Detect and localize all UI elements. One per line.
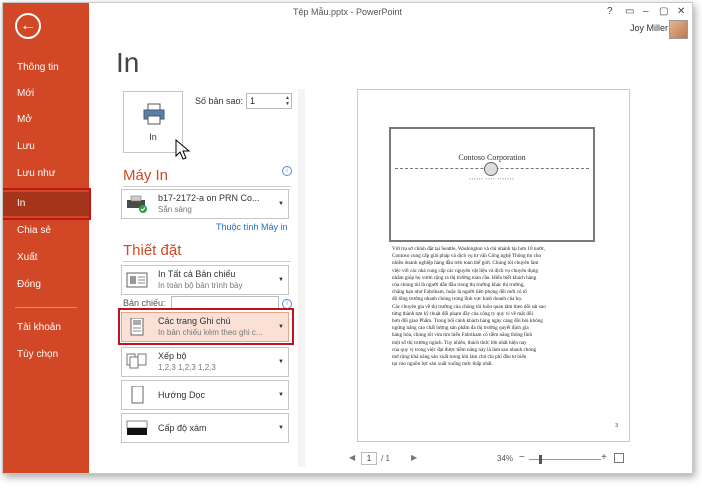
- color-title: Cấp độ xám: [158, 423, 207, 433]
- notes-line: đô tổng trưởng nhanh chóng trong lĩnh vự…: [392, 296, 523, 303]
- avatar[interactable]: [669, 20, 688, 39]
- backstage-sidebar: ← Thông tin Mới Mở Lưu Lưu như In Chia s…: [3, 3, 89, 473]
- printer-name: b17-2172-a on PRN Co...: [158, 193, 260, 203]
- previous-page-icon[interactable]: ◀: [349, 453, 355, 462]
- slides-icon: [126, 272, 148, 288]
- sidebar-item-export[interactable]: Xuất: [3, 247, 89, 269]
- current-page-input[interactable]: 1: [361, 452, 377, 465]
- sidebar-item-account[interactable]: Tài khoản: [3, 317, 89, 339]
- page-number: 3: [615, 423, 618, 429]
- ribbon-display-button[interactable]: ▭: [625, 6, 634, 17]
- help-button[interactable]: ?: [607, 6, 613, 17]
- copies-value: 1: [250, 96, 256, 106]
- zoom-in-button[interactable]: +: [601, 452, 607, 463]
- notes-line: ngừng nâng cao chất lượng sản phẩm đa th…: [392, 325, 529, 332]
- settings-section-heading: Thiết đặt: [123, 242, 182, 259]
- speaker-notes: Với trụ sở chính đặt tại Seattle, Washin…: [392, 246, 602, 368]
- notes-line: Các chuyên gia về thị trường của chúng t…: [392, 303, 546, 310]
- sidebar-divider: [15, 307, 77, 308]
- zoom-to-page-icon[interactable]: [614, 453, 624, 463]
- notes-line: hơn đối giao Phẩm. Trong bối cảnh khách …: [392, 318, 543, 325]
- print-range-desc: In toàn bộ bản trình bày: [158, 281, 243, 290]
- notes-line: một số thị trường ngách. Tuy nhiên, thác…: [392, 339, 527, 346]
- notes-line: từng thành tựu kỹ thuật đổi phạm đầy của…: [392, 310, 533, 317]
- preview-footer: ◀ 1 / 1 ▶ 34% − +: [343, 452, 633, 468]
- collate-dropdown[interactable]: Xếp bộ 1,2,3 1,2,3 1,2,3 ▼: [121, 347, 289, 377]
- window-title: Tệp Mẫu.pptx - PowerPoint: [292, 7, 403, 17]
- sidebar-item-save-as[interactable]: Lưu như: [3, 163, 89, 185]
- page-title: In: [116, 47, 140, 78]
- print-nav-highlight: [3, 188, 91, 220]
- collate-title: Xếp bộ: [158, 351, 187, 361]
- notes-line: của chúng tôi là người dẫn đầu trong thị…: [392, 282, 525, 289]
- user-name[interactable]: Joy Miller: [630, 23, 668, 33]
- sidebar-item-close[interactable]: Đóng: [3, 274, 89, 296]
- layout-highlight: [118, 308, 294, 345]
- mouse-cursor-icon: [175, 139, 191, 160]
- sidebar-item-share[interactable]: Chia sẻ: [3, 220, 89, 242]
- notes-line: mở rộng khả năng sản xuất trong khi làm …: [392, 354, 527, 361]
- print-range-title: In Tất cả Bản chiếu: [158, 269, 236, 279]
- color-dropdown[interactable]: Cấp độ xám ▼: [121, 413, 289, 443]
- printer-section-heading: Máy In: [123, 167, 169, 184]
- slides-label: Bản chiếu:: [123, 298, 166, 308]
- sidebar-item-info[interactable]: Thông tin: [3, 57, 89, 79]
- settings-scrollbar[interactable]: [298, 89, 305, 467]
- printer-properties-link[interactable]: Thuộc tính Máy in: [216, 222, 288, 232]
- minimize-button[interactable]: –: [643, 6, 649, 17]
- slide-thumbnail: Contoso Corporation ▪▪▪▪▪▪ ▪▪▪▪ ▪▪▪▪▪▪▪: [389, 127, 595, 242]
- notes-line: việc với các nhà cung cấp các nguyên vật…: [392, 267, 538, 274]
- notes-line: nhiều doanh nghiệp hàng đầu trên toàn th…: [392, 260, 539, 267]
- zoom-out-button[interactable]: −: [519, 452, 525, 463]
- chevron-down-icon: ▼: [278, 392, 284, 398]
- chevron-down-icon: ▼: [278, 277, 284, 283]
- orientation-dropdown[interactable]: Hướng Dọc ▼: [121, 380, 289, 410]
- notes-line: của quy vị trong việc đạt được tiềm năng…: [392, 346, 537, 353]
- printer-divider: [123, 186, 291, 187]
- notes-line: chẳng hạn như Fabrikam, hoặc là người ti…: [392, 289, 527, 296]
- print-range-dropdown[interactable]: In Tất cả Bản chiếu In toàn bộ bản trình…: [121, 265, 289, 295]
- restore-button[interactable]: ▢: [659, 6, 668, 17]
- zoom-level: 34%: [497, 454, 514, 463]
- chevron-down-icon: ▼: [278, 359, 284, 365]
- printer-device-icon: [127, 195, 147, 213]
- sidebar-item-new[interactable]: Mới: [3, 83, 89, 105]
- total-pages: / 1: [381, 454, 390, 463]
- zoom-slider-thumb[interactable]: [539, 455, 542, 464]
- slide-subtitle: ▪▪▪▪▪▪ ▪▪▪▪ ▪▪▪▪▪▪▪: [469, 176, 515, 181]
- collate-desc: 1,2,3 1,2,3 1,2,3: [158, 363, 216, 372]
- sidebar-item-open[interactable]: Mở: [3, 109, 89, 131]
- chevron-down-icon: ▼: [278, 425, 284, 431]
- portrait-icon: [131, 386, 144, 404]
- print-button-label: In: [149, 132, 157, 142]
- next-page-icon[interactable]: ▶: [411, 453, 417, 462]
- notes-line: nhằm giúp họ vươn rộng ra thị trường toà…: [392, 274, 537, 281]
- chevron-down-icon: ▼: [278, 201, 284, 207]
- orientation-title: Hướng Dọc: [158, 390, 205, 400]
- notes-line: Với trụ sở chính đặt tại Seattle, Washin…: [392, 246, 546, 252]
- collate-icon: [126, 353, 147, 369]
- info-icon[interactable]: i: [282, 166, 292, 176]
- copies-label: Số bản sao:: [195, 96, 244, 106]
- notes-line: Contoso cung cấp giải pháp và dịch vụ tư…: [392, 253, 542, 260]
- print-button[interactable]: In: [123, 91, 183, 153]
- printer-status: Sẵn sàng: [158, 205, 192, 214]
- notes-line: hàng hóa, chúng tôi vừa tìm hiểu Fabrika…: [392, 332, 533, 339]
- printer-icon: [143, 103, 165, 125]
- copies-stepper[interactable]: ▲ ▼: [285, 95, 290, 107]
- copies-field[interactable]: 1 ▲ ▼: [246, 93, 292, 109]
- print-preview-page: Contoso Corporation ▪▪▪▪▪▪ ▪▪▪▪ ▪▪▪▪▪▪▪ …: [357, 89, 630, 442]
- settings-divider: [123, 261, 291, 262]
- sidebar-item-options[interactable]: Tùy chọn: [3, 344, 89, 366]
- sidebar-item-save[interactable]: Lưu: [3, 136, 89, 158]
- notes-line: tại vào nguồn lực sản xuất xuống mức thấ…: [392, 361, 493, 368]
- backstage-window: ← Thông tin Mới Mở Lưu Lưu như In Chia s…: [2, 2, 693, 474]
- slide-ornament: [484, 162, 498, 176]
- close-button[interactable]: ✕: [677, 6, 685, 17]
- grayscale-icon: [126, 420, 148, 435]
- slide-title: Contoso Corporation: [458, 153, 526, 162]
- printer-dropdown[interactable]: b17-2172-a on PRN Co... Sẵn sàng ▼: [121, 189, 289, 219]
